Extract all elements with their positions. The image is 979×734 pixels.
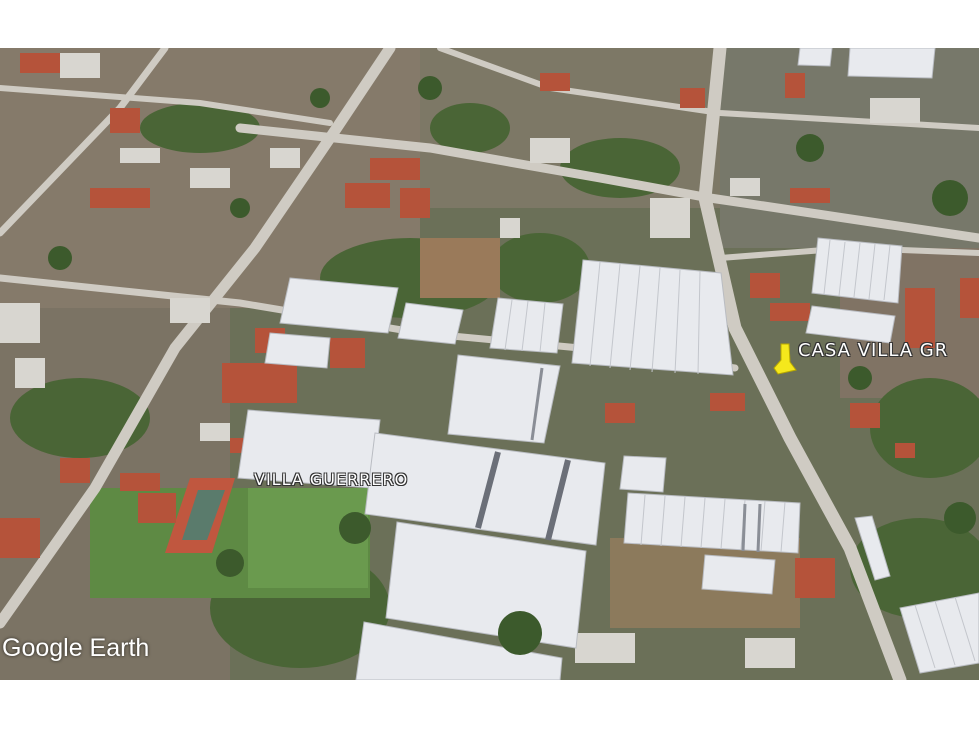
place-label-villa-guerrero: VILLA GUERRERO xyxy=(254,470,409,489)
satellite-map[interactable]: VILLA GUERRERO CASA VILLA GR Google Eart… xyxy=(0,48,979,680)
place-label-casa-villa: CASA VILLA GR xyxy=(798,340,949,361)
google-earth-watermark: Google Earth xyxy=(2,634,150,662)
placemark-pin-icon[interactable] xyxy=(772,342,798,376)
